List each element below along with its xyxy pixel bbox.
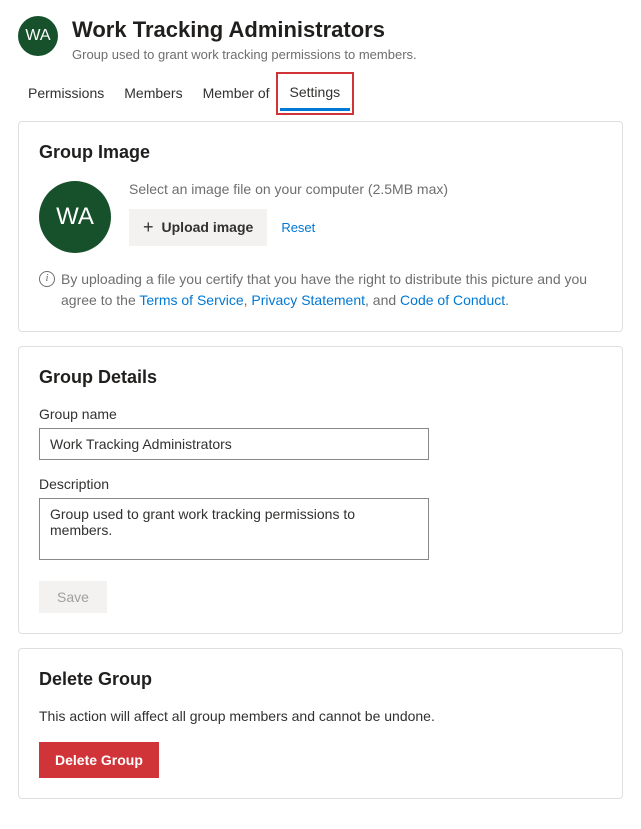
group-avatar: WA xyxy=(18,16,58,56)
group-image-card: Group Image WA Select an image file on y… xyxy=(18,121,623,332)
group-details-card: Group Details Group name Description Sav… xyxy=(18,346,623,634)
tabs-bar: Permissions Members Member of Settings xyxy=(18,76,623,111)
delete-group-card: Delete Group This action will affect all… xyxy=(18,648,623,799)
plus-icon: + xyxy=(143,217,154,238)
group-details-heading: Group Details xyxy=(39,367,602,388)
page-title: Work Tracking Administrators xyxy=(72,16,417,45)
group-avatar-large: WA xyxy=(39,181,111,253)
tab-member-of[interactable]: Member of xyxy=(193,76,280,111)
delete-warning: This action will affect all group member… xyxy=(39,708,602,724)
privacy-link[interactable]: Privacy Statement xyxy=(251,292,365,308)
delete-group-button[interactable]: Delete Group xyxy=(39,742,159,778)
info-icon: i xyxy=(39,271,55,287)
upload-instruction: Select an image file on your computer (2… xyxy=(129,181,448,197)
description-input[interactable] xyxy=(39,498,429,560)
group-name-label: Group name xyxy=(39,406,602,422)
page-subtitle: Group used to grant work tracking permis… xyxy=(72,47,417,62)
reset-button[interactable]: Reset xyxy=(281,220,315,235)
description-label: Description xyxy=(39,476,602,492)
tab-members[interactable]: Members xyxy=(114,76,192,111)
tab-permissions[interactable]: Permissions xyxy=(18,76,114,111)
legal-notice: i By uploading a file you certify that y… xyxy=(39,269,602,311)
code-of-conduct-link[interactable]: Code of Conduct xyxy=(400,292,505,308)
page-header: WA Work Tracking Administrators Group us… xyxy=(18,16,623,62)
terms-link[interactable]: Terms of Service xyxy=(139,292,243,308)
upload-label: Upload image xyxy=(162,219,254,235)
group-image-heading: Group Image xyxy=(39,142,602,163)
delete-group-heading: Delete Group xyxy=(39,669,602,690)
group-name-input[interactable] xyxy=(39,428,429,460)
upload-image-button[interactable]: + Upload image xyxy=(129,209,267,246)
tab-settings[interactable]: Settings xyxy=(280,76,351,111)
save-button[interactable]: Save xyxy=(39,581,107,613)
